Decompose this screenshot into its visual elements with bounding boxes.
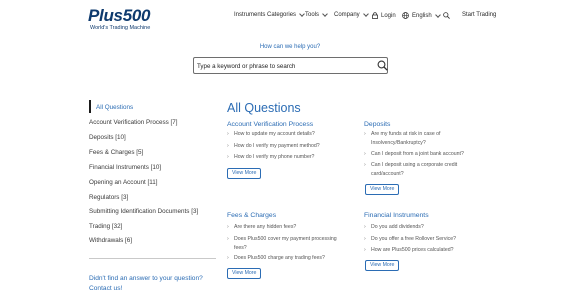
view-more-button[interactable]: View More	[227, 168, 262, 179]
header-search-button[interactable]	[443, 12, 450, 19]
nav-company-label: Company	[334, 12, 360, 18]
chevron-right-icon: ›	[227, 255, 229, 261]
chevron-right-icon: ›	[364, 131, 366, 137]
chevron-down-icon	[322, 11, 328, 17]
nav-instruments-label: Instruments Categories	[234, 12, 297, 18]
sidebar-item-withdrawals[interactable]: Withdrawals [6]	[89, 237, 132, 244]
chevron-right-icon: ›	[364, 162, 366, 168]
faq-search-input[interactable]	[197, 61, 369, 71]
question-link[interactable]: › How do I verify my phone number?	[227, 153, 357, 162]
logo-text: Plus500	[88, 6, 151, 25]
logo-tagline: World's Trading Machine	[90, 25, 151, 31]
chevron-right-icon: ›	[364, 236, 366, 242]
sidebar-item-opening-account[interactable]: Opening an Account [11]	[89, 179, 158, 186]
question-text: Are there any hidden fees?	[234, 224, 297, 230]
nav-language[interactable]: English	[402, 11, 441, 19]
question-link[interactable]: › Can I deposit using a corporate credit …	[364, 161, 467, 178]
question-text: Do you add dividends?	[371, 224, 424, 230]
sidebar-item-fees-charges[interactable]: Fees & Charges [5]	[89, 149, 143, 156]
question-link[interactable]: › Are there any hidden fees?	[227, 223, 357, 232]
nav-company[interactable]: Company	[334, 11, 369, 18]
question-text: Does Plus500 charge any trading fees?	[234, 255, 325, 261]
nav-language-label: English	[412, 12, 432, 19]
view-more-button[interactable]: View More	[365, 184, 400, 195]
contact-us-link[interactable]: Contact us!	[89, 284, 219, 294]
site-header: Plus500 World's Trading Machine Instrume…	[0, 0, 580, 40]
nav-login[interactable]: Login	[372, 12, 396, 19]
question-text: How do I verify my phone number?	[234, 154, 315, 160]
question-text: How do I verify my payment method?	[234, 143, 320, 149]
globe-icon	[402, 12, 409, 19]
view-more-button[interactable]: View More	[365, 260, 400, 271]
question-link[interactable]: › Does Plus500 cover my payment processin…	[227, 235, 347, 252]
chevron-right-icon: ›	[227, 236, 229, 242]
question-link[interactable]: › How do I verify my payment method?	[227, 142, 357, 151]
question-text: How to update my account details?	[234, 131, 315, 137]
contact-us-prompt[interactable]: Didn't find an answer to your question? …	[89, 274, 219, 294]
chevron-down-icon	[299, 11, 305, 17]
faq-search-box	[193, 57, 388, 74]
view-more-button[interactable]: View More	[227, 268, 262, 279]
chevron-right-icon: ›	[227, 224, 229, 230]
question-link[interactable]: › Are my funds at risk in case of Insolve…	[364, 130, 472, 147]
sidebar-item-deposits[interactable]: Deposits [10]	[89, 134, 126, 141]
chevron-right-icon: ›	[364, 224, 366, 230]
chevron-down-icon	[434, 11, 441, 18]
nav-tools-label: Tools	[305, 12, 320, 18]
question-link[interactable]: › Do you add dividends?	[364, 223, 484, 232]
sidebar-item-financial-instruments[interactable]: Financial Instruments [10]	[89, 164, 161, 171]
sidebar-item-account-verification[interactable]: Account Verification Process [7]	[89, 119, 178, 126]
question-link[interactable]: › Does Plus500 charge any trading fees?	[227, 254, 357, 263]
nav-instruments-categories[interactable]: Instruments Categories	[234, 11, 305, 18]
nav-login-label: Login	[381, 12, 396, 19]
chevron-down-icon	[362, 11, 369, 17]
contact-question: Didn't find an answer to your question?	[89, 275, 203, 282]
question-link[interactable]: › Do you offer a free Rollover Service?	[364, 235, 484, 244]
question-text: Can I deposit using a corporate credit c…	[371, 162, 458, 177]
sidebar-item-all-questions[interactable]: All Questions	[96, 104, 133, 111]
question-text: Do you offer a free Rollover Service?	[371, 236, 456, 242]
chevron-right-icon: ›	[227, 154, 229, 160]
category-title-account-verification[interactable]: Account Verification Process	[227, 121, 313, 128]
chevron-right-icon: ›	[364, 247, 366, 253]
question-text: Are my funds at risk in case of Insolven…	[371, 131, 441, 146]
sidebar-item-trading[interactable]: Trading [32]	[89, 223, 122, 230]
category-title-financial-instruments[interactable]: Financial Instruments	[364, 212, 429, 219]
question-link[interactable]: › How to update my account details?	[227, 130, 357, 139]
question-text: Can I deposit from a joint bank account?	[371, 151, 464, 157]
search-icon	[443, 12, 450, 19]
question-text: Does Plus500 cover my payment processing…	[234, 236, 337, 251]
chevron-right-icon: ›	[227, 143, 229, 149]
question-text: How are Plus500 prices calculated?	[371, 247, 454, 253]
sidebar-item-regulators[interactable]: Regulators [3]	[89, 194, 128, 201]
active-indicator	[89, 100, 91, 113]
sidebar-divider	[89, 258, 216, 259]
chevron-right-icon: ›	[364, 151, 366, 157]
nav-tools[interactable]: Tools	[305, 11, 328, 18]
help-heading: How can we help you?	[259, 44, 321, 50]
start-trading-label: Start Trading	[462, 12, 497, 18]
question-link[interactable]: › Can I deposit from a joint bank account…	[364, 150, 476, 159]
start-trading-link[interactable]: Start Trading	[462, 12, 496, 18]
question-link[interactable]: › How are Plus500 prices calculated?	[364, 246, 484, 255]
plus500-logo[interactable]: Plus500 World's Trading Machine	[88, 6, 162, 34]
search-icon[interactable]	[377, 60, 388, 71]
sidebar-item-identification-documents[interactable]: Submitting Identification Documents [3]	[89, 208, 198, 215]
lock-icon	[372, 12, 378, 19]
page-title: All Questions	[227, 101, 301, 115]
category-title-fees-charges[interactable]: Fees & Charges	[227, 212, 276, 219]
category-title-deposits[interactable]: Deposits	[364, 121, 390, 128]
chevron-right-icon: ›	[227, 131, 229, 137]
